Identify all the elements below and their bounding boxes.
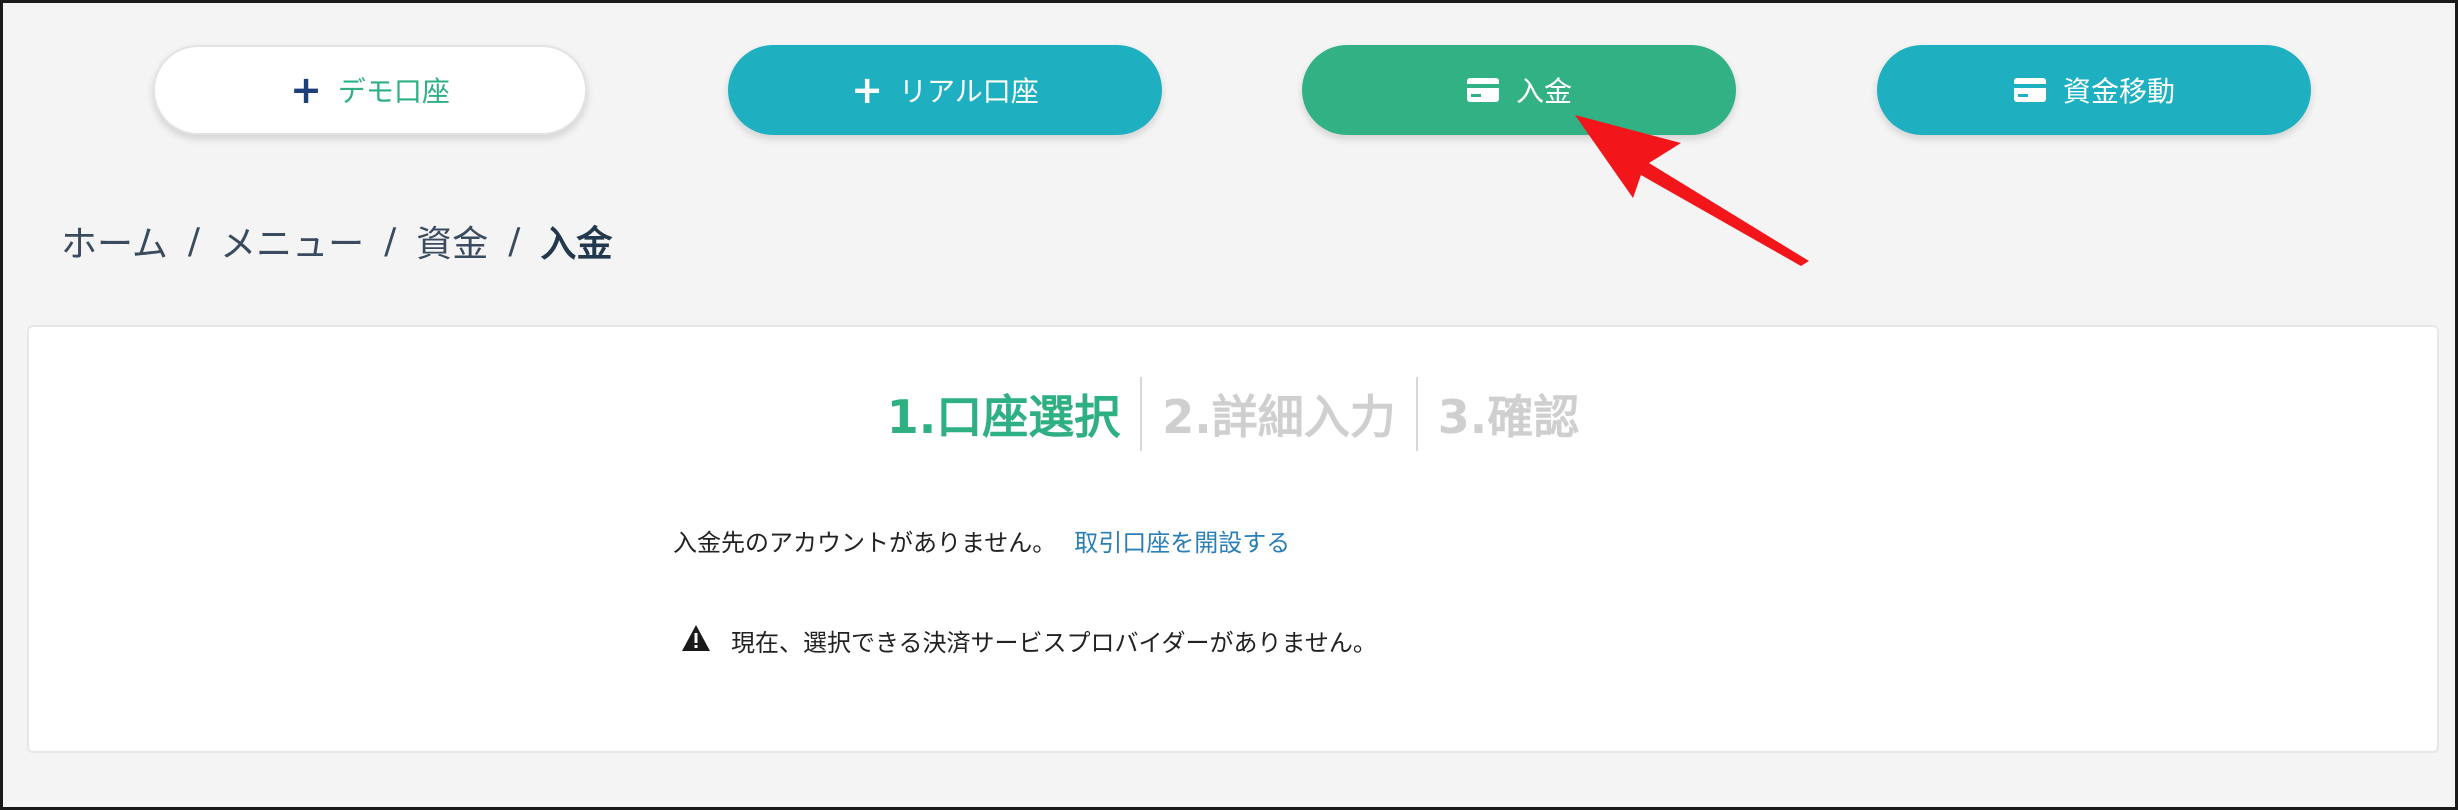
- demo-account-label: デモ口座: [337, 75, 450, 108]
- step-1-account-selection: 1.口座選択: [886, 390, 1121, 444]
- breadcrumb-home[interactable]: ホーム: [61, 215, 168, 267]
- step-2-details: 2.詳細入力: [1162, 390, 1396, 444]
- fund-transfer-button[interactable]: 資金移動: [1877, 45, 2311, 135]
- fund-transfer-label: 資金移動: [2062, 75, 2175, 108]
- breadcrumb-funds[interactable]: 資金: [416, 215, 488, 267]
- step-3-confirm: 3.確認: [1437, 390, 1580, 444]
- warning-text: 現在、選択できる決済サービスプロバイダーがありません。: [731, 629, 1377, 657]
- page-frame: + デモ口座 + リアル口座 入金 資金移動 ホーム / メニュー / 資金 /…: [0, 0, 2458, 810]
- no-account-text: 入金先のアカウントがありません。: [673, 529, 1057, 557]
- step-indicator: 1.口座選択 2.詳細入力 3.確認: [29, 377, 2437, 451]
- credit-card-icon: [2013, 77, 2047, 103]
- breadcrumb-menu[interactable]: メニュー: [220, 215, 364, 267]
- plus-icon: +: [851, 68, 884, 112]
- breadcrumb: ホーム / メニュー / 資金 / 入金: [61, 215, 612, 267]
- no-provider-warning: 現在、選択できる決済サービスプロバイダーがありません。: [681, 623, 1377, 658]
- real-account-label: リアル口座: [899, 75, 1039, 108]
- breadcrumb-separator: /: [187, 220, 201, 262]
- credit-card-icon: [1466, 77, 1500, 103]
- breadcrumb-current: 入金: [540, 224, 613, 265]
- no-account-message: 入金先のアカウントがありません。 取引口座を開設する: [673, 523, 1290, 558]
- open-account-link[interactable]: 取引口座を開設する: [1074, 523, 1290, 558]
- warning-icon: [681, 624, 711, 658]
- breadcrumb-separator: /: [508, 220, 521, 262]
- deposit-card: 1.口座選択 2.詳細入力 3.確認 入金先のアカウントがありません。 取引口座…: [27, 325, 2439, 753]
- plus-icon: +: [290, 68, 322, 112]
- breadcrumb-separator: /: [384, 220, 397, 262]
- real-account-button[interactable]: + リアル口座: [728, 45, 1162, 135]
- demo-account-button[interactable]: + デモ口座: [153, 45, 587, 135]
- annotation-arrow: [1575, 115, 1809, 266]
